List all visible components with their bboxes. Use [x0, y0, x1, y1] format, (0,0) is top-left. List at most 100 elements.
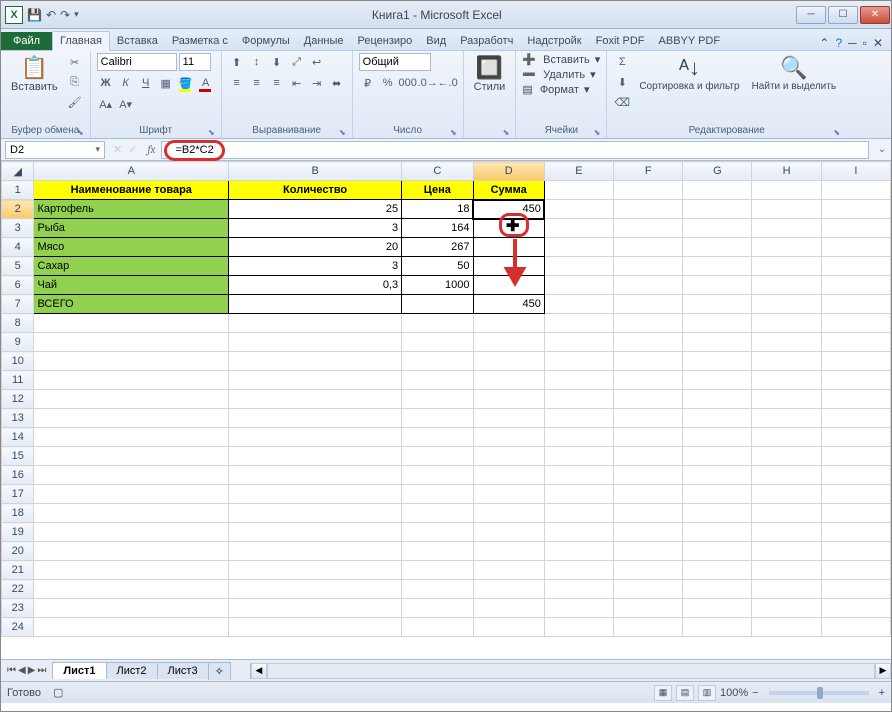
cell-B8[interactable] — [229, 314, 402, 333]
format-cells-button[interactable]: ▤ Формат ▾ — [522, 83, 589, 96]
doc-minimize-icon[interactable]: ─ — [848, 36, 857, 50]
cell-H7[interactable] — [752, 295, 821, 314]
cell-A19[interactable] — [34, 523, 229, 542]
cell-B22[interactable] — [229, 580, 402, 599]
undo-icon[interactable]: ↶ — [46, 8, 56, 22]
cell-F10[interactable] — [614, 352, 683, 371]
cell-G8[interactable] — [683, 314, 752, 333]
insert-cells-button[interactable]: ➕ Вставить ▾ — [522, 53, 600, 66]
row-header-1[interactable]: 1 — [2, 181, 34, 200]
cell-B3[interactable]: 3 — [229, 219, 402, 238]
cell-A2[interactable]: Картофель — [34, 200, 229, 219]
cell-E16[interactable] — [544, 466, 613, 485]
row-header-7[interactable]: 7 — [2, 295, 34, 314]
cell-I19[interactable] — [821, 523, 890, 542]
cell-E20[interactable] — [544, 542, 613, 561]
sheet-nav-first-icon[interactable]: ⏮ — [7, 665, 16, 676]
cell-A8[interactable] — [34, 314, 229, 333]
view-layout-icon[interactable]: ▤ — [676, 685, 694, 701]
cell-H8[interactable] — [752, 314, 821, 333]
cell-A17[interactable] — [34, 485, 229, 504]
cell-B9[interactable] — [229, 333, 402, 352]
cell-E23[interactable] — [544, 599, 613, 618]
cell-D15[interactable] — [473, 447, 544, 466]
cell-I10[interactable] — [821, 352, 890, 371]
orientation-icon[interactable]: ⤢ — [288, 53, 306, 71]
cell-A12[interactable] — [34, 390, 229, 409]
cell-E14[interactable] — [544, 428, 613, 447]
cell-C15[interactable] — [402, 447, 473, 466]
select-all-corner[interactable]: ◢ — [2, 162, 34, 181]
cell-E4[interactable] — [544, 238, 613, 257]
tab-foxit[interactable]: Foxit PDF — [589, 32, 652, 50]
cell-A3[interactable]: Рыба — [34, 219, 229, 238]
cell-H4[interactable] — [752, 238, 821, 257]
cell-D1[interactable]: Сумма — [473, 181, 544, 200]
cell-H1[interactable] — [752, 181, 821, 200]
cell-B16[interactable] — [229, 466, 402, 485]
cell-C14[interactable] — [402, 428, 473, 447]
row-header-14[interactable]: 14 — [2, 428, 34, 447]
cell-I20[interactable] — [821, 542, 890, 561]
cell-D20[interactable] — [473, 542, 544, 561]
cell-F18[interactable] — [614, 504, 683, 523]
cell-A7[interactable]: ВСЕГО — [34, 295, 229, 314]
delete-cells-button[interactable]: ➖ Удалить ▾ — [522, 68, 595, 81]
autosum-icon[interactable]: Σ — [613, 53, 631, 71]
file-tab[interactable]: Файл — [1, 32, 52, 50]
doc-close-icon[interactable]: ✕ — [873, 36, 883, 50]
help-icon[interactable]: ? — [835, 36, 842, 50]
row-header-11[interactable]: 11 — [2, 371, 34, 390]
hscroll-right-icon[interactable]: ▶ — [875, 663, 891, 679]
cell-G15[interactable] — [683, 447, 752, 466]
row-header-12[interactable]: 12 — [2, 390, 34, 409]
cell-I9[interactable] — [821, 333, 890, 352]
cell-I23[interactable] — [821, 599, 890, 618]
cell-E15[interactable] — [544, 447, 613, 466]
cell-H10[interactable] — [752, 352, 821, 371]
cell-E10[interactable] — [544, 352, 613, 371]
cell-C7[interactable] — [402, 295, 473, 314]
cancel-formula-icon[interactable]: ✕ — [113, 143, 122, 156]
cell-D10[interactable] — [473, 352, 544, 371]
hscroll-left-icon[interactable]: ◀ — [251, 663, 267, 679]
cell-E1[interactable] — [544, 181, 613, 200]
cell-F22[interactable] — [614, 580, 683, 599]
new-sheet-button[interactable]: ✧ — [208, 662, 231, 680]
cell-A1[interactable]: Наименование товара — [34, 181, 229, 200]
row-header-19[interactable]: 19 — [2, 523, 34, 542]
cell-E9[interactable] — [544, 333, 613, 352]
cell-I11[interactable] — [821, 371, 890, 390]
cell-A14[interactable] — [34, 428, 229, 447]
cell-B21[interactable] — [229, 561, 402, 580]
cell-H2[interactable] — [752, 200, 821, 219]
row-header-16[interactable]: 16 — [2, 466, 34, 485]
cell-G9[interactable] — [683, 333, 752, 352]
cell-F9[interactable] — [614, 333, 683, 352]
cell-C23[interactable] — [402, 599, 473, 618]
cell-H11[interactable] — [752, 371, 821, 390]
cell-B18[interactable] — [229, 504, 402, 523]
cell-C9[interactable] — [402, 333, 473, 352]
cell-B15[interactable] — [229, 447, 402, 466]
cell-G2[interactable] — [683, 200, 752, 219]
sheet-tab-2[interactable]: Лист2 — [106, 662, 158, 679]
row-header-17[interactable]: 17 — [2, 485, 34, 504]
cell-I5[interactable] — [821, 257, 890, 276]
row-header-10[interactable]: 10 — [2, 352, 34, 371]
cell-A23[interactable] — [34, 599, 229, 618]
cell-C3[interactable]: 164 — [402, 219, 473, 238]
formula-input[interactable]: =B2*C2 — [161, 141, 869, 159]
minimize-ribbon-icon[interactable]: ⌃ — [819, 36, 829, 50]
copy-icon[interactable]: ⎘ — [66, 73, 84, 91]
row-header-21[interactable]: 21 — [2, 561, 34, 580]
cell-F7[interactable] — [614, 295, 683, 314]
cell-C13[interactable] — [402, 409, 473, 428]
col-header-H[interactable]: H — [752, 162, 821, 181]
cell-E2[interactable] — [544, 200, 613, 219]
border-icon[interactable]: ▦ — [157, 74, 175, 92]
tab-addins[interactable]: Надстройк — [520, 32, 588, 50]
cell-E18[interactable] — [544, 504, 613, 523]
tab-home[interactable]: Главная — [52, 31, 110, 51]
macro-record-icon[interactable]: ▢ — [53, 686, 63, 699]
